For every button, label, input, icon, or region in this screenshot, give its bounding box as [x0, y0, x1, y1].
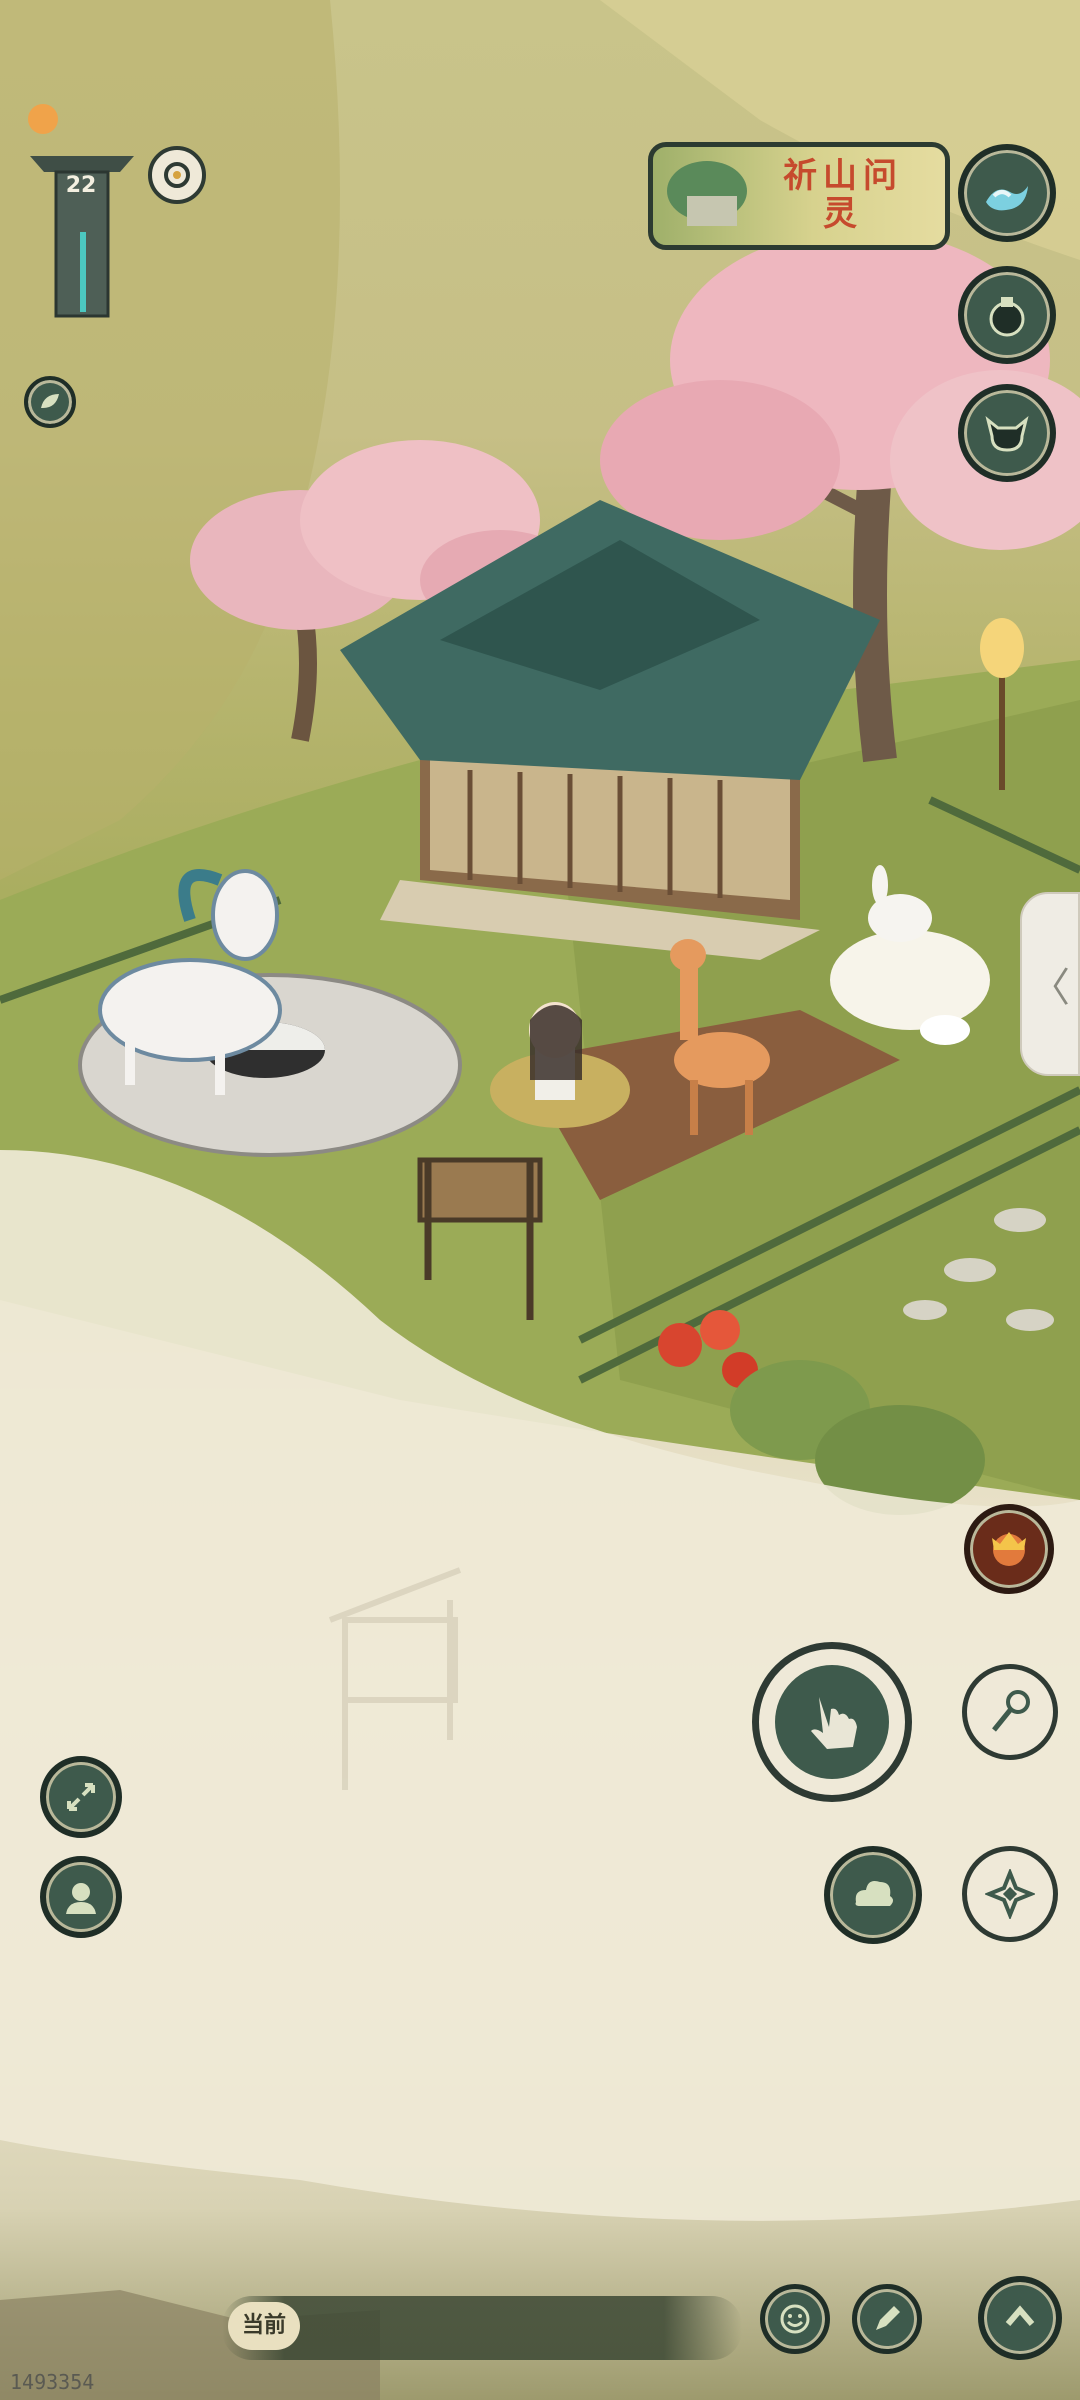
compass-icon — [985, 1869, 1035, 1919]
edit-button[interactable] — [852, 2284, 922, 2354]
event-banner-title: 祈山问灵 — [783, 156, 903, 234]
emoji-button[interactable] — [760, 2284, 830, 2354]
monkey-avatar-icon — [992, 1532, 1026, 1566]
cloud-icon — [855, 1881, 893, 1906]
net-tool-icon — [992, 1690, 1030, 1732]
expand-icon — [67, 1783, 95, 1811]
leaf-button[interactable] — [24, 376, 76, 428]
edit-icon — [876, 2306, 900, 2330]
side-drawer-tab[interactable]: 〈 — [1020, 892, 1080, 1076]
character-button[interactable] — [40, 1856, 122, 1938]
expand-up-button[interactable] — [978, 2276, 1062, 2360]
swirl-icon — [164, 162, 190, 188]
spirit-icon — [985, 416, 1029, 452]
leaf-icon — [41, 394, 59, 408]
monkey-avatar-button[interactable] — [964, 1504, 1054, 1594]
bag-icon — [989, 297, 1025, 337]
interact-button[interactable] — [752, 1642, 912, 1802]
wave-icon — [986, 186, 1028, 211]
compass-button[interactable] — [962, 1846, 1058, 1942]
user-id: 1493354 — [10, 2370, 95, 2394]
emoji-icon — [780, 2304, 810, 2334]
garden-scene — [0, 0, 1080, 2400]
hand-pointer-icon — [811, 1697, 857, 1749]
swirl-button[interactable] — [148, 146, 206, 204]
orange-status-dot — [28, 104, 58, 134]
player-level: 22 — [65, 173, 97, 198]
event-banner[interactable]: 祈山问灵 — [648, 142, 950, 250]
character-icon — [66, 1883, 96, 1914]
mountain-mist — [0, 0, 340, 880]
chat-bar[interactable] — [222, 2296, 742, 2360]
expand-button[interactable] — [40, 1756, 122, 1838]
chevron-up-icon — [1005, 2305, 1035, 2326]
net-tool-button[interactable] — [962, 1664, 1058, 1760]
chat-channel-tag[interactable]: 当前 — [228, 2302, 300, 2350]
shrine-thumbnail-icon — [667, 161, 747, 226]
wave-button[interactable] — [958, 144, 1056, 242]
cloud-button[interactable] — [824, 1846, 922, 1944]
interact-button-inner — [775, 1665, 889, 1779]
bag-button[interactable] — [958, 266, 1056, 364]
spirit-button[interactable] — [958, 384, 1056, 482]
